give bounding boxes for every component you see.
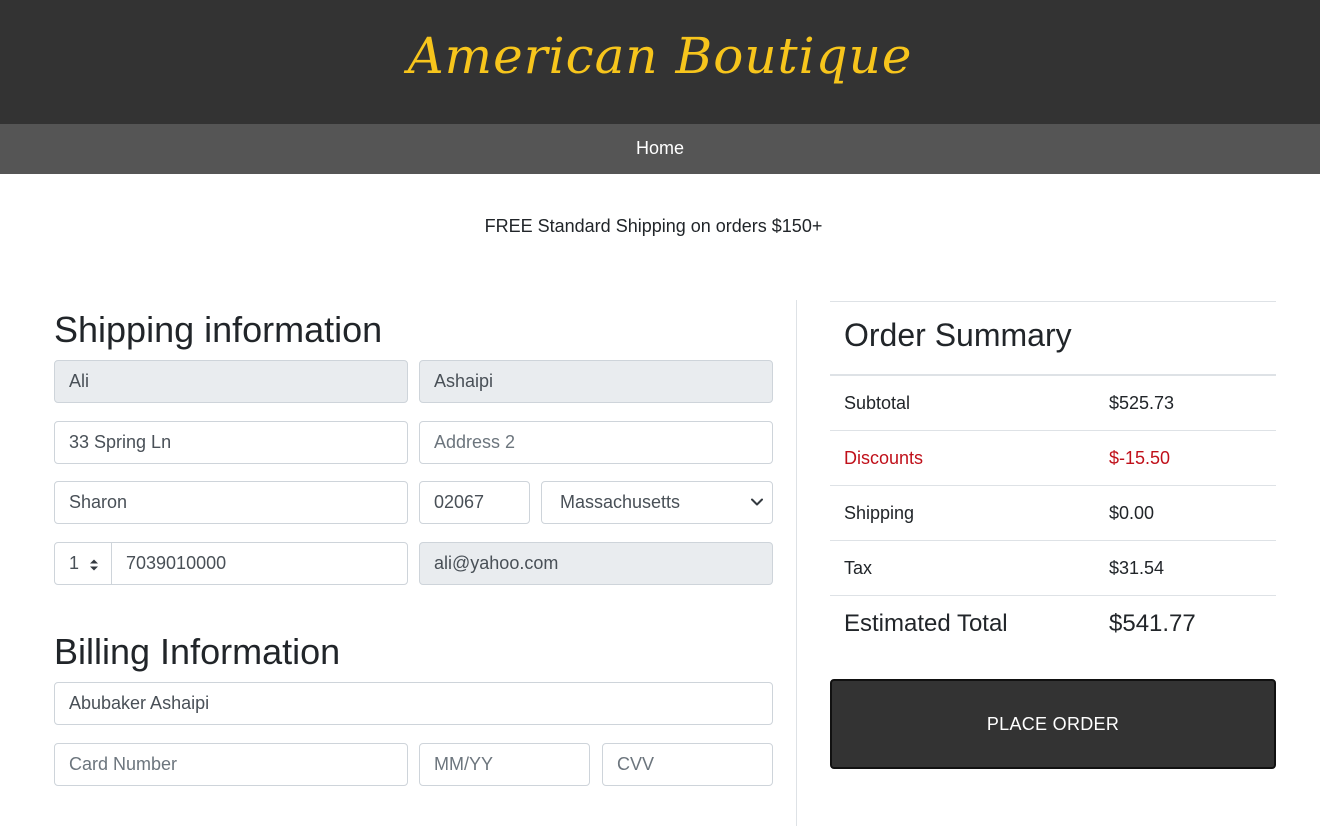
state-select-value: Massachusetts xyxy=(560,492,681,512)
last-name-field[interactable] xyxy=(419,360,773,403)
column-divider xyxy=(796,300,797,826)
discounts-label: Discounts xyxy=(844,447,924,468)
cvv-field[interactable] xyxy=(602,743,773,786)
first-name-field[interactable] xyxy=(54,360,408,403)
address1-field[interactable] xyxy=(54,421,408,464)
order-summary-title: Order Summary xyxy=(830,302,1276,376)
city-field[interactable] xyxy=(54,481,408,524)
expiry-field[interactable] xyxy=(419,743,590,786)
card-number-field[interactable] xyxy=(54,743,408,786)
estimated-total-value: $541.77 xyxy=(1109,609,1196,637)
estimated-total-row: Estimated Total $541.77 xyxy=(830,596,1276,651)
order-summary: Order Summary Subtotal $525.73 Discounts… xyxy=(830,301,1276,651)
shipping-row: Shipping $0.00 xyxy=(830,486,1276,541)
subtotal-row: Subtotal $525.73 xyxy=(830,376,1276,431)
shipping-value: $0.00 xyxy=(1109,502,1155,523)
up-down-arrows-icon xyxy=(90,559,98,571)
site-header: American Boutique xyxy=(0,0,1320,124)
name-on-card-field[interactable] xyxy=(54,682,773,725)
place-order-button[interactable]: PLACE ORDER xyxy=(830,679,1276,769)
chevron-down-icon xyxy=(751,498,763,506)
subtotal-label: Subtotal xyxy=(844,392,911,413)
estimated-total-label: Estimated Total xyxy=(844,609,1008,637)
discounts-row: Discounts $-15.50 xyxy=(830,431,1276,486)
main-nav: Home xyxy=(0,124,1320,174)
tax-value: $31.54 xyxy=(1109,557,1165,578)
state-select[interactable]: Massachusetts xyxy=(541,481,773,524)
address2-field[interactable] xyxy=(419,421,773,464)
billing-section-title: Billing Information xyxy=(54,631,341,672)
nav-home-link[interactable]: Home xyxy=(636,138,684,159)
tax-label: Tax xyxy=(844,557,873,578)
shipping-section-title: Shipping information xyxy=(54,309,383,350)
tax-row: Tax $31.54 xyxy=(830,541,1276,596)
country-code-value: 1 xyxy=(69,553,80,573)
shipping-promo-banner: FREE Standard Shipping on orders $150+ xyxy=(484,216,823,236)
brand-logo[interactable]: American Boutique xyxy=(408,27,913,85)
shipping-label: Shipping xyxy=(844,502,915,523)
phone-field[interactable] xyxy=(111,542,408,585)
email-field[interactable] xyxy=(419,542,773,585)
discounts-value: $-15.50 xyxy=(1109,447,1171,468)
zip-field[interactable] xyxy=(419,481,530,524)
subtotal-value: $525.73 xyxy=(1109,392,1175,413)
country-code-stepper[interactable]: 1 xyxy=(54,542,112,585)
